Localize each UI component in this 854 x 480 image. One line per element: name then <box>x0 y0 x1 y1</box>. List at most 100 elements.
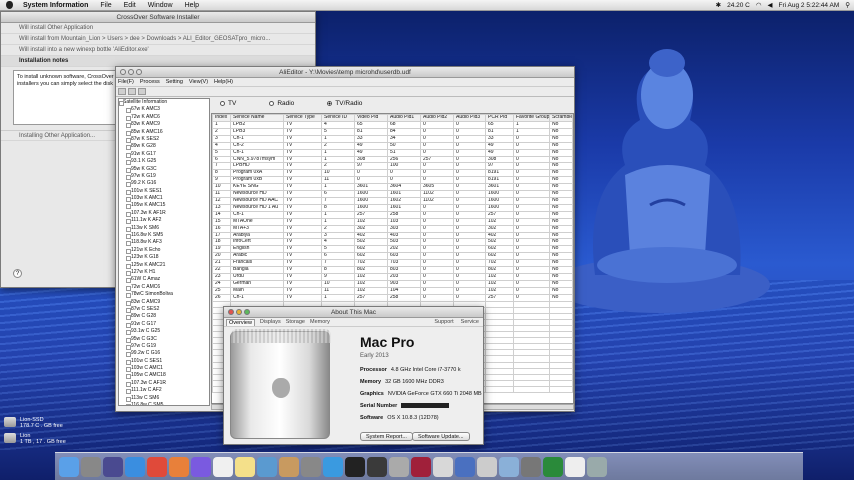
table-row[interactable]: 1LPB2TV4656800651NoN <box>212 121 573 129</box>
firefox-icon[interactable] <box>169 457 189 477</box>
table-row[interactable]: 13Newsource HD 1 AuTV8160016010016000NoN <box>212 203 573 212</box>
preferences-icon[interactable] <box>301 457 321 477</box>
table-row[interactable]: 22BanglaTV8802803008020NoN <box>212 266 573 274</box>
tab-support[interactable]: Support <box>434 319 453 325</box>
tree-item[interactable]: 72w C AMC6 <box>119 284 209 292</box>
tree-item[interactable]: 127w K H1 <box>119 269 209 277</box>
table-row[interactable]: 4Ch-2TV2495000490NoN <box>212 141 573 150</box>
tree-item[interactable]: 93.1 K G25 <box>119 158 209 166</box>
table-row[interactable]: 9Program 0xBTV11000081910NoN <box>212 176 573 185</box>
tree-item[interactable]: 107.3w K AF1R <box>119 210 209 218</box>
table-row[interactable]: 25MainTV11102104001020NoN <box>212 286 573 295</box>
tree-item[interactable]: 103w K AMC1 <box>119 195 209 203</box>
tab-storage[interactable]: Storage <box>286 319 305 325</box>
scissors-icon[interactable] <box>477 457 497 477</box>
tree-item[interactable]: 99.2w C G16 <box>119 350 209 358</box>
tab-overview[interactable]: Overview <box>226 318 255 326</box>
terminal-icon[interactable] <box>345 457 365 477</box>
bottle-icon[interactable] <box>455 457 475 477</box>
table-row[interactable]: 20ArabicTV6602603006020NoN <box>212 252 573 261</box>
zoom-button[interactable] <box>136 69 142 75</box>
tree-item[interactable]: 61W C Amaz <box>119 276 209 284</box>
satellite-tree[interactable]: Satellite Information 67w K AMC3 72w K AMC… <box>118 98 210 406</box>
tab-memory[interactable]: Memory <box>310 319 330 325</box>
table-row[interactable]: 11Newsource HDTV6160016011102016000NoN <box>212 190 573 198</box>
software-update-button[interactable]: Software Update... <box>412 432 470 441</box>
app-store-icon[interactable] <box>323 457 343 477</box>
menu-app-name[interactable]: System Information <box>17 2 94 9</box>
menu-window[interactable]: Window <box>142 2 179 9</box>
column-header[interactable]: Video Pid <box>354 114 388 122</box>
tree-item[interactable]: 85w K AMC16 <box>119 129 209 136</box>
clock[interactable]: Fri Aug 2 5:22:44 AM <box>779 2 840 9</box>
table-row[interactable]: 24GermanTV10102903001020NoN <box>212 279 573 288</box>
disk-lion[interactable]: Lion 1 TB , 17 . GB free <box>4 433 66 445</box>
column-header[interactable]: Favorite Group <box>513 114 550 122</box>
about-titlebar[interactable]: About This Mac <box>224 307 483 318</box>
table-row[interactable]: 10KEYE SNGTV1360136043605036010NoN <box>212 183 573 192</box>
tree-item[interactable]: 113w K SM6 <box>119 225 209 233</box>
install-step-application[interactable]: Will install Other Application <box>1 23 315 34</box>
tree-item[interactable]: 83w C AMC9 <box>119 299 209 306</box>
tree-item[interactable]: 123w K G18 <box>119 254 209 262</box>
mission-control-icon[interactable] <box>103 457 123 477</box>
trash-icon[interactable] <box>587 457 607 477</box>
tree-item[interactable]: 97w C G19 <box>119 343 209 351</box>
tree-item[interactable]: 78wC SimonBoliva <box>119 291 209 299</box>
column-header[interactable]: Service ID <box>321 114 355 122</box>
tree-item[interactable]: 99.2 K G16 <box>119 180 209 188</box>
crossover-titlebar[interactable]: CrossOver Software Installer <box>1 12 315 23</box>
calendar-icon[interactable] <box>213 457 233 477</box>
table-row[interactable]: 3Ch-1TV1333400330NoN <box>212 134 573 143</box>
wifi-icon[interactable]: ◠ <box>756 1 762 9</box>
radio-tv[interactable]: TV <box>220 100 236 107</box>
alieditor-titlebar[interactable]: AliEditor - Y:\Movies\temp microhd\userd… <box>116 67 574 78</box>
menu-file[interactable]: File(F) <box>118 79 134 85</box>
table-row[interactable]: 6CNN_5.9787msymTV130825625703080NoN <box>212 155 573 164</box>
close-button[interactable] <box>228 309 234 315</box>
tree-item[interactable]: 89w C G28 <box>119 313 209 321</box>
contacts-icon[interactable] <box>279 457 299 477</box>
sheet-icon[interactable] <box>543 457 563 477</box>
volume-icon[interactable]: ◀ <box>768 1 773 9</box>
table-row[interactable]: 19EnglishTV5602202006020NoN <box>212 245 573 254</box>
font-icon[interactable] <box>521 457 541 477</box>
tree-item[interactable]: 89w K G28 <box>119 143 209 151</box>
column-header[interactable]: Audio Pid2 <box>420 114 454 122</box>
tree-item[interactable]: 111.1w C AF2 <box>119 387 209 395</box>
radio-tv-radio[interactable]: TV/Radio <box>327 100 362 107</box>
install-step-bottle[interactable]: Will install into a new winexp bottle 'A… <box>1 45 315 56</box>
help-button[interactable]: ? <box>13 269 22 278</box>
tree-item[interactable]: 72w K AMC6 <box>119 114 209 122</box>
activity-icon[interactable] <box>367 457 387 477</box>
menu-file[interactable]: File <box>94 2 117 9</box>
table-row[interactable]: 21FrancaisTV7702703007020NoN <box>212 259 573 268</box>
open-folder-icon[interactable] <box>118 88 126 95</box>
chrome-icon[interactable] <box>147 457 167 477</box>
tree-item[interactable]: 67w K AMC3 <box>119 106 209 114</box>
menu-process[interactable]: Process <box>140 79 160 85</box>
tree-item[interactable]: 95w C G3C <box>119 336 209 343</box>
column-header[interactable]: Service Name <box>230 114 284 122</box>
menu-help[interactable]: Help(H) <box>214 79 233 85</box>
column-header[interactable]: Index <box>212 114 231 122</box>
minimize-button[interactable] <box>236 309 242 315</box>
tree-item[interactable]: 101w C SES1 <box>119 358 209 366</box>
launchpad-icon[interactable] <box>81 457 101 477</box>
table-row[interactable]: 7LPBHDTV29710000970NoN <box>212 162 573 171</box>
column-header[interactable]: Audio Pid3 <box>453 114 486 122</box>
table-row[interactable]: 26Ch-1TV1257258002570NoN <box>212 293 573 302</box>
install-step-source[interactable]: Will install from Mountain_Lion > Users … <box>1 34 315 45</box>
close-button[interactable] <box>120 69 126 75</box>
table-row[interactable]: 14Ch-1TV1257258002570NoN <box>212 210 573 219</box>
tree-item[interactable]: 107.3w C AF1R <box>119 380 209 388</box>
tree-item[interactable]: 97w K G19 <box>119 173 209 181</box>
tab-service[interactable]: Service <box>461 319 479 325</box>
tree-item[interactable]: 87w C SES2 <box>119 306 209 314</box>
tree-root[interactable]: Satellite Information <box>119 99 209 107</box>
tree-item[interactable]: 118.8w K AF3 <box>119 239 209 247</box>
column-header[interactable]: Audio Pid1 <box>387 114 421 122</box>
safari-icon[interactable] <box>125 457 145 477</box>
zoom-button[interactable] <box>244 309 250 315</box>
tree-item[interactable]: 91w K G17 <box>119 151 209 159</box>
